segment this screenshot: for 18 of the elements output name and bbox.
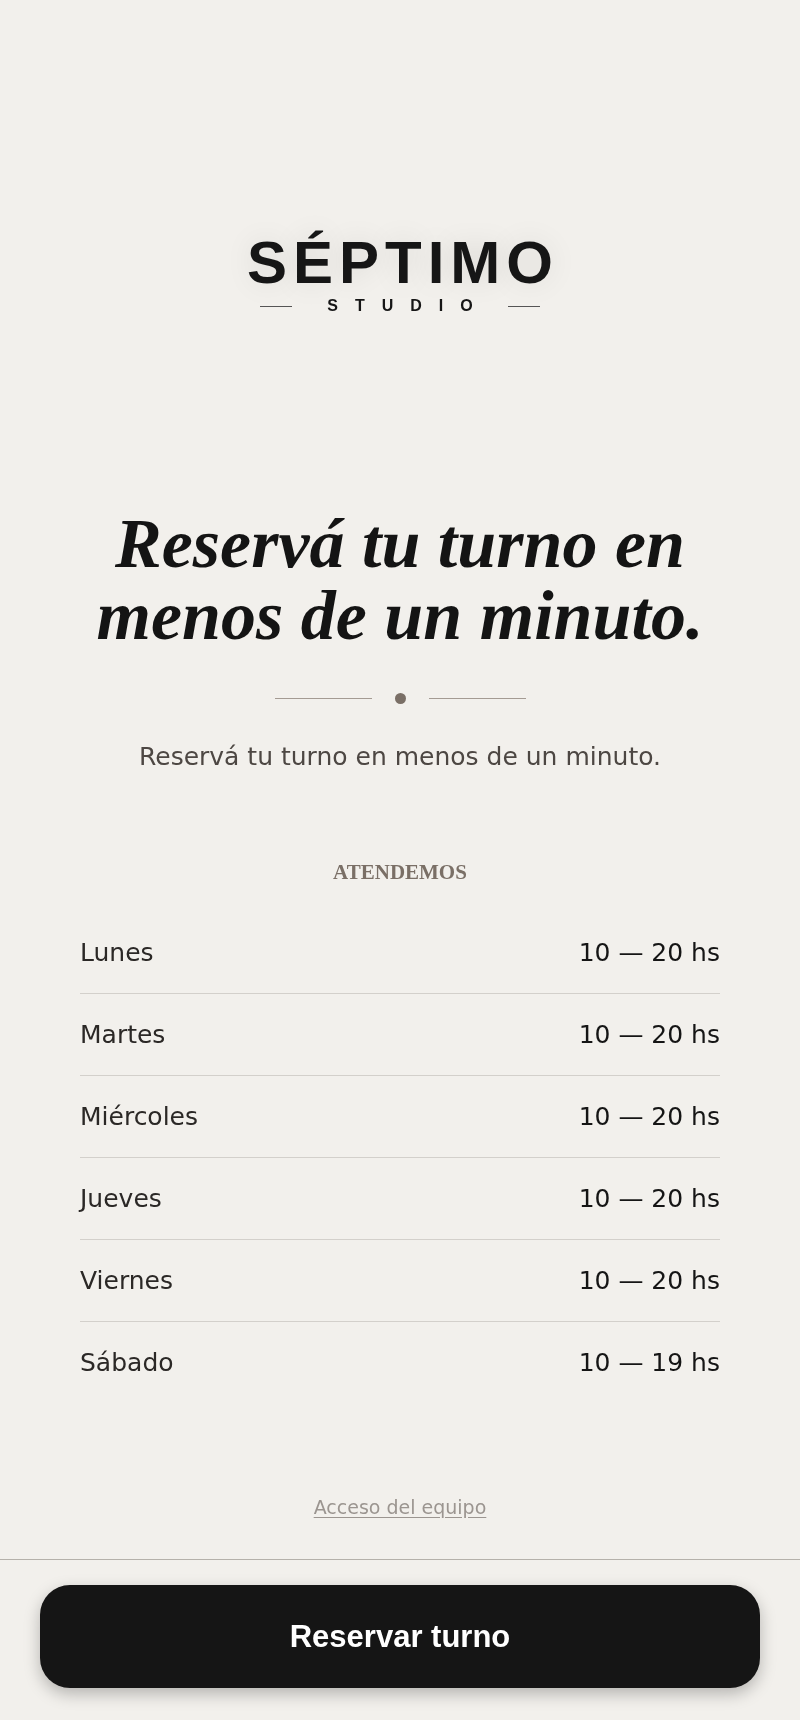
dot-icon [394,692,406,704]
hours-text: 10 — 19 hs [578,1348,720,1377]
day-label: Jueves [80,1184,162,1213]
day-label: Miércoles [80,1102,199,1131]
day-label: Viernes [80,1266,173,1295]
brand-tagline: STUDIO [326,298,490,314]
day-label: Sábado [80,1348,174,1377]
hours-text: 10 — 20 hs [578,1020,720,1049]
hours-text: 10 — 20 hs [578,1102,720,1131]
headline: Reservá tu turno en menos de un minuto. [95,508,705,652]
hours-text: 10 — 20 hs [578,1184,720,1213]
subtitle: Reservá tu turno en menos de un minuto. [139,741,661,773]
hours-text: 10 — 20 hs [578,938,720,967]
hours-text: 10 — 20 hs [578,1266,720,1295]
day-label: Martes [80,1020,166,1049]
book-button[interactable]: Reservar turno [40,1585,760,1688]
hours-heading: ATENDEMOS [333,860,467,885]
day-label: Lunes [80,938,154,967]
